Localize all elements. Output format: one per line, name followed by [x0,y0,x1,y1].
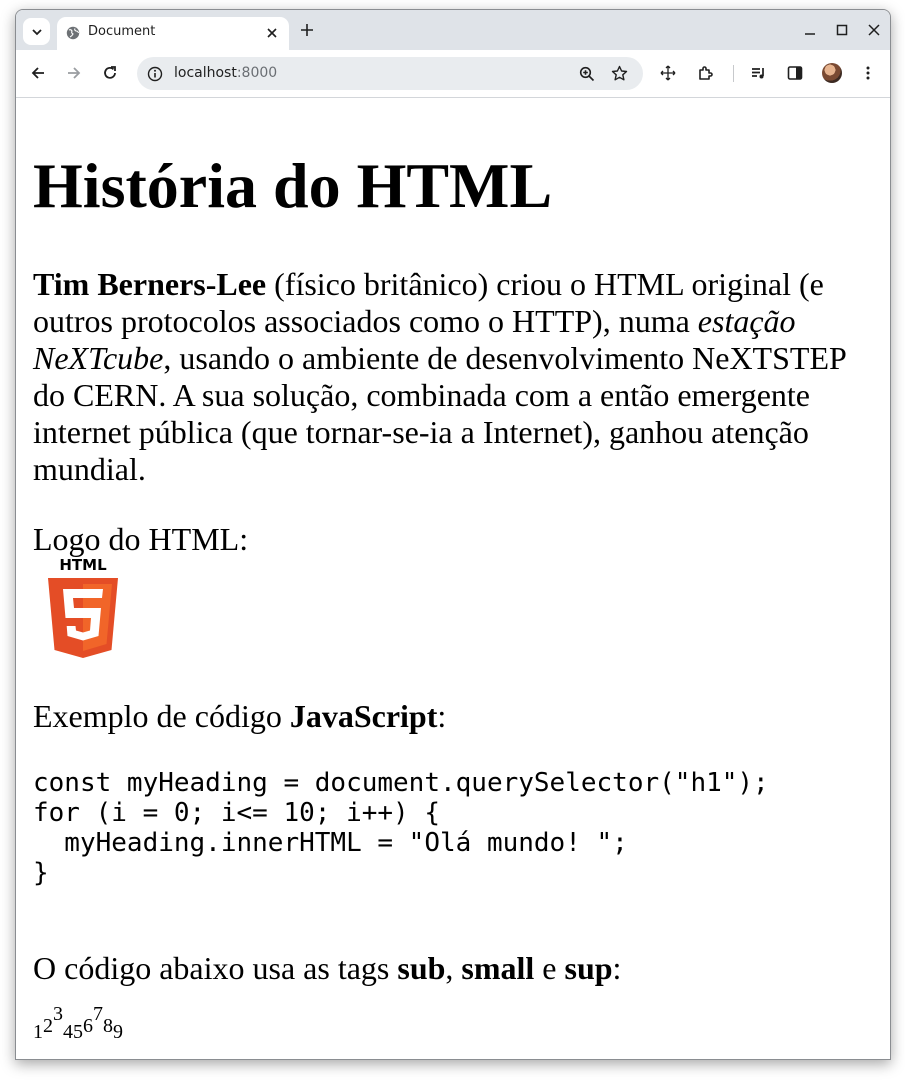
globe-icon [66,26,80,40]
window-close-icon[interactable] [868,24,880,36]
code-line: const myHeading = document.querySelector… [33,768,769,798]
small-digit: 2 [43,1015,53,1037]
url-text: localhost:8000 [174,65,277,81]
browser-toolbar: localhost:8000 [16,50,890,98]
sub-digit: 9 [113,1021,123,1043]
author-name: Tim Berners-Lee [33,266,267,302]
browser-window: Document localhost:8000 História do HTML… [15,9,891,1060]
close-icon[interactable] [265,26,279,40]
code-line: for (i = 0; i<= 10; i++) { [33,798,440,828]
sub-digit: 5 [73,1021,83,1043]
minimize-icon[interactable] [804,24,816,36]
address-bar[interactable]: localhost:8000 [137,57,643,90]
code-block: const myHeading = document.querySelector… [33,768,769,888]
reload-icon[interactable] [102,65,118,81]
url-host: localhost [174,65,237,81]
maximize-icon[interactable] [836,24,848,36]
back-arrow-icon[interactable] [30,65,46,81]
tags-label: O código abaixo usa as tags sub, small e… [33,950,621,987]
sup-digit: 7 [93,1003,103,1025]
logo-text: HTML [59,556,107,574]
forward-arrow-icon[interactable] [66,65,82,81]
tag-sub: sub [397,950,446,986]
site-info-icon[interactable] [147,66,163,82]
tags-label-suffix: : [612,950,622,986]
tag-sup: sup [564,950,613,986]
code-line: myHeading.innerHTML = "Olá mundo! "; [33,828,628,858]
toolbar-separator [733,65,734,82]
tags-label-and: e [534,950,565,986]
tab-search-button[interactable] [23,18,50,45]
page-content: História do HTML Tim Berners-Lee (físico… [16,98,890,1059]
code-label-suffix: : [437,698,447,734]
sub-digit: 4 [63,1021,73,1043]
tab-title: Document [88,24,156,39]
small-digit: 8 [103,1015,113,1037]
url-port: :8000 [236,65,278,81]
code-label-bold: JavaScript [289,698,438,734]
tab-strip: Document [16,10,890,50]
profile-avatar[interactable] [822,63,842,83]
logo-label: Logo do HTML: [33,521,249,557]
zoom-icon[interactable] [579,66,595,82]
tags-label-prefix: O código abaixo usa as tags [33,950,398,986]
code-line: } [33,858,49,888]
chevron-down-icon [31,28,42,35]
move-icon[interactable] [660,65,676,81]
page-title: História do HTML [33,150,553,221]
star-icon[interactable] [611,65,628,82]
tags-label-comma: , [445,950,462,986]
side-panel-icon[interactable] [787,65,803,81]
tag-small: small [461,950,535,986]
html5-logo-icon: HTML [48,556,118,658]
tab-document[interactable]: Document [57,17,289,50]
code-label-prefix: Exemplo de código [33,698,290,734]
sup-digit: 3 [53,1003,63,1025]
new-tab-icon[interactable] [300,23,314,37]
extensions-icon[interactable] [697,65,713,81]
media-queue-icon[interactable] [751,65,767,81]
more-menu-icon[interactable] [860,65,876,81]
history-paragraph: Tim Berners-Lee (físico britânico) criou… [33,266,873,488]
small-digit: 6 [83,1015,93,1037]
sub-digit: 1 [33,1021,43,1043]
sub-sup-example: 123456789 [33,994,123,1052]
code-label: Exemplo de código JavaScript: [33,698,446,735]
